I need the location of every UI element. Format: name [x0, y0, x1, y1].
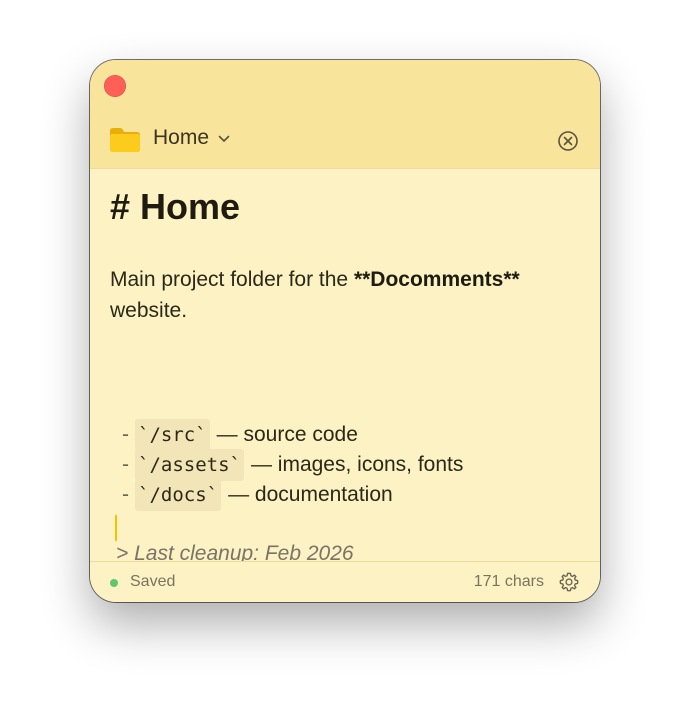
- note-heading: # Home: [110, 186, 241, 227]
- list-item-text: — documentation: [228, 483, 393, 506]
- note-paragraph: Main project folder for the **Docomments…: [110, 264, 580, 326]
- title-bar[interactable]: Home: [90, 60, 600, 169]
- folder-name: Home: [153, 126, 210, 149]
- inline-code: `/assets`: [135, 449, 244, 481]
- list-item: - `/docs` — documentation: [122, 479, 463, 511]
- inline-code: `/docs`: [135, 479, 222, 511]
- list-bullet: -: [122, 483, 129, 506]
- list-bullet: -: [122, 423, 129, 446]
- paragraph-bold: **Docomments**: [353, 268, 520, 291]
- list-item: - `/src` — source code: [122, 419, 463, 451]
- folder-selector[interactable]: Home: [153, 126, 231, 150]
- chevron-down-icon: [218, 135, 230, 142]
- list-item-text: — images, icons, fonts: [250, 453, 464, 476]
- status-bar: Saved 171 chars: [90, 561, 600, 602]
- list-bullet: -: [122, 453, 129, 476]
- note-list: - `/src` — source code - `/assets` — ima…: [122, 419, 464, 511]
- gear-icon[interactable]: [558, 571, 580, 593]
- folder-icon: [110, 128, 140, 152]
- saved-status-dot: [110, 579, 118, 587]
- char-count: 171 chars: [473, 573, 544, 590]
- paragraph-suffix: website.: [110, 299, 188, 322]
- close-window-button[interactable]: [104, 75, 126, 97]
- saved-status: Saved: [130, 573, 176, 590]
- list-item: - `/assets` — images, icons, fonts: [122, 449, 464, 481]
- sticky-note-window: Home # Home Main project folder for the …: [90, 60, 600, 602]
- text-cursor: [115, 515, 117, 541]
- list-item-text: — source code: [216, 423, 358, 446]
- close-circle-icon[interactable]: [557, 130, 579, 152]
- inline-code: `/src`: [135, 419, 210, 451]
- paragraph-prefix: Main project folder for the: [110, 268, 354, 291]
